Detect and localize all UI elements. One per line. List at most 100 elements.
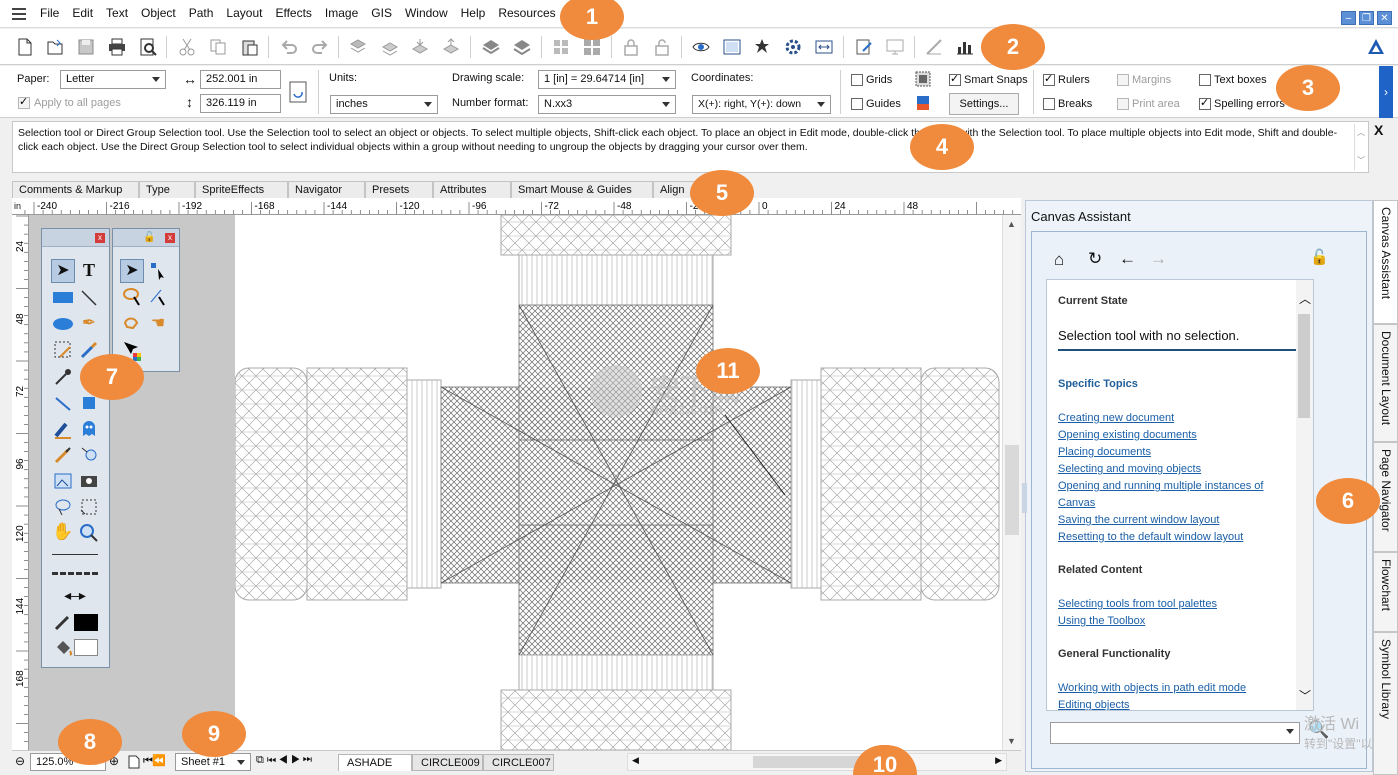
grid-settings-icon[interactable] xyxy=(914,70,932,88)
grids-checkbox[interactable] xyxy=(851,74,863,86)
monitor-icon[interactable] xyxy=(885,37,905,57)
fill-color-swatch[interactable] xyxy=(74,639,98,656)
undo-icon[interactable] xyxy=(279,37,299,57)
menu-edit[interactable]: Edit xyxy=(72,6,99,20)
number-format-select[interactable]: N.xx3 xyxy=(538,95,676,114)
canvas-vertical-scrollbar[interactable]: ▲ ▼ xyxy=(1002,215,1021,750)
topic-link[interactable]: Placing documents xyxy=(1058,446,1151,458)
horizontal-ruler[interactable]: in -240-216-192-168-144-120-96-72-48-240… xyxy=(12,198,1021,215)
combine-icon[interactable] xyxy=(551,37,571,57)
selection-palette-close-icon[interactable]: x xyxy=(165,233,175,243)
view-icon[interactable] xyxy=(691,37,711,57)
marker-tool-icon[interactable] xyxy=(52,418,74,440)
topics-scrollbar[interactable]: ︿ ﹀ xyxy=(1296,280,1313,710)
side-tab-flowchart[interactable]: Flowchart xyxy=(1373,552,1398,632)
side-tab-document-layout[interactable]: Document Layout xyxy=(1373,324,1398,442)
menu-path[interactable]: Path xyxy=(189,6,220,20)
tab-type[interactable]: Type xyxy=(139,181,195,198)
line-style-dashed[interactable] xyxy=(52,572,98,575)
knife-tool-icon[interactable] xyxy=(52,444,74,466)
page-icon[interactable] xyxy=(128,755,140,769)
topics-scroll-thumb[interactable] xyxy=(1298,314,1310,418)
direct-group-selection-icon[interactable] xyxy=(147,260,169,282)
topic-link[interactable]: Saving the current window layout xyxy=(1058,514,1219,526)
menu-layout[interactable]: Layout xyxy=(226,6,268,20)
canvas-scroll-thumb[interactable] xyxy=(1005,445,1019,535)
split-icon[interactable] xyxy=(582,37,602,57)
sheet-tab-circle009[interactable]: CIRCLE009 xyxy=(412,754,483,771)
menu-help[interactable]: Help xyxy=(461,6,492,20)
related-link[interactable]: Selecting tools from tool palettes xyxy=(1058,598,1217,610)
zoom-out-icon[interactable]: ⊖ xyxy=(15,754,25,768)
minimize-icon[interactable]: – xyxy=(1341,11,1356,25)
line-style-solid[interactable] xyxy=(52,554,98,555)
coordinates-select[interactable]: X(+): right, Y(+): down xyxy=(692,95,831,114)
print-area-checkbox[interactable] xyxy=(1117,98,1129,110)
oval-tool-icon[interactable] xyxy=(52,313,74,335)
guide-color-icon[interactable] xyxy=(914,94,932,112)
menu-resources[interactable]: Resources xyxy=(498,6,561,20)
apply-all-checkbox[interactable] xyxy=(18,95,30,109)
image-edit-tool-icon[interactable] xyxy=(52,470,74,492)
bring-to-front-icon[interactable] xyxy=(348,37,368,57)
stroke-color-swatch[interactable] xyxy=(74,614,98,631)
crop-tool-icon[interactable] xyxy=(78,496,100,518)
save-icon[interactable] xyxy=(76,37,96,57)
topic-link[interactable]: Canvas xyxy=(1058,497,1095,509)
first-prev-page-icons[interactable]: ⏮ ⏪ xyxy=(143,754,166,768)
pen-color-icon[interactable] xyxy=(52,611,74,633)
smart-snaps-checkbox[interactable] xyxy=(949,72,961,86)
menu-effects[interactable]: Effects xyxy=(275,6,317,20)
menu-gis[interactable]: GIS xyxy=(371,6,398,20)
slides-icon[interactable] xyxy=(722,37,742,57)
dimension-tool-icon[interactable] xyxy=(52,392,74,414)
sheet-navigation-icons[interactable]: ⧉ ⏮ ◀ ▶ ⏭ xyxy=(256,754,312,767)
node-selection-icon[interactable] xyxy=(147,286,169,308)
guides-checkbox[interactable] xyxy=(851,98,863,110)
ungroup-icon[interactable] xyxy=(512,37,532,57)
pen-tool-icon[interactable]: ✒ xyxy=(78,313,100,335)
settings-gear-icon[interactable] xyxy=(783,37,803,57)
move-forward-icon[interactable] xyxy=(410,37,430,57)
lock-icon[interactable] xyxy=(621,37,641,57)
tab-navigator[interactable]: Navigator xyxy=(288,181,365,198)
general-link[interactable]: Editing objects xyxy=(1058,699,1130,710)
width-field[interactable]: 252.001 in xyxy=(200,70,281,89)
magnify-lens-icon[interactable] xyxy=(78,444,100,466)
topic-link[interactable]: Creating new document xyxy=(1058,412,1174,424)
hint-close-button[interactable]: X xyxy=(1374,122,1383,138)
page-orientation-icon[interactable] xyxy=(289,81,307,103)
cut-icon[interactable] xyxy=(177,37,197,57)
back-arrow-icon[interactable]: ← xyxy=(1119,249,1136,269)
menu-file[interactable]: File xyxy=(40,6,65,20)
vertical-ruler[interactable]: 24 48 72 96 120 144 168 xyxy=(12,215,29,750)
menu-window[interactable]: Window xyxy=(405,6,454,20)
units-select[interactable]: inches xyxy=(330,95,438,114)
rulers-checkbox[interactable] xyxy=(1043,72,1055,86)
sheet-tab-circle007[interactable]: CIRCLE007 xyxy=(483,754,554,771)
home-icon[interactable]: ⌂ xyxy=(1054,250,1064,270)
group-icon[interactable] xyxy=(481,37,501,57)
toolbox-palette-titlebar[interactable]: x xyxy=(42,229,109,247)
arrow-style-icon[interactable]: ◂–▸ xyxy=(52,587,98,604)
camera-tool-icon[interactable] xyxy=(78,470,100,492)
sheet-tab-ashade[interactable]: ASHADE xyxy=(338,754,412,771)
side-tab-canvas-assistant[interactable]: Canvas Assistant xyxy=(1373,200,1398,324)
topic-link[interactable]: Selecting and moving objects xyxy=(1058,463,1201,475)
text-tool-icon[interactable]: T xyxy=(78,260,100,282)
touch-hand-icon[interactable]: ☚ xyxy=(147,313,169,335)
expand-bar-arrow-icon[interactable]: › xyxy=(1379,66,1393,118)
fit-width-icon[interactable] xyxy=(814,37,834,57)
drawing-scale-select[interactable]: 1 [in] = 29.64714 [in] xyxy=(538,70,676,89)
selection-palette-titlebar[interactable]: 🔓 x xyxy=(113,229,179,247)
freeform-selection-icon[interactable] xyxy=(121,313,143,335)
hint-scrollbar[interactable]: ︿ ﹀ xyxy=(1354,124,1366,170)
pipe-cross-drawing[interactable] xyxy=(235,215,1002,750)
general-link[interactable]: Working with objects in path edit mode xyxy=(1058,682,1246,694)
move-backward-icon[interactable] xyxy=(441,37,461,57)
height-field[interactable]: 326.119 in xyxy=(200,94,281,113)
spelling-errors-checkbox[interactable] xyxy=(1199,96,1211,110)
canvas-logo-icon[interactable] xyxy=(1366,37,1386,57)
new-document-icon[interactable] xyxy=(15,37,35,57)
selection-subtool-icon[interactable]: ➤ xyxy=(121,260,143,282)
